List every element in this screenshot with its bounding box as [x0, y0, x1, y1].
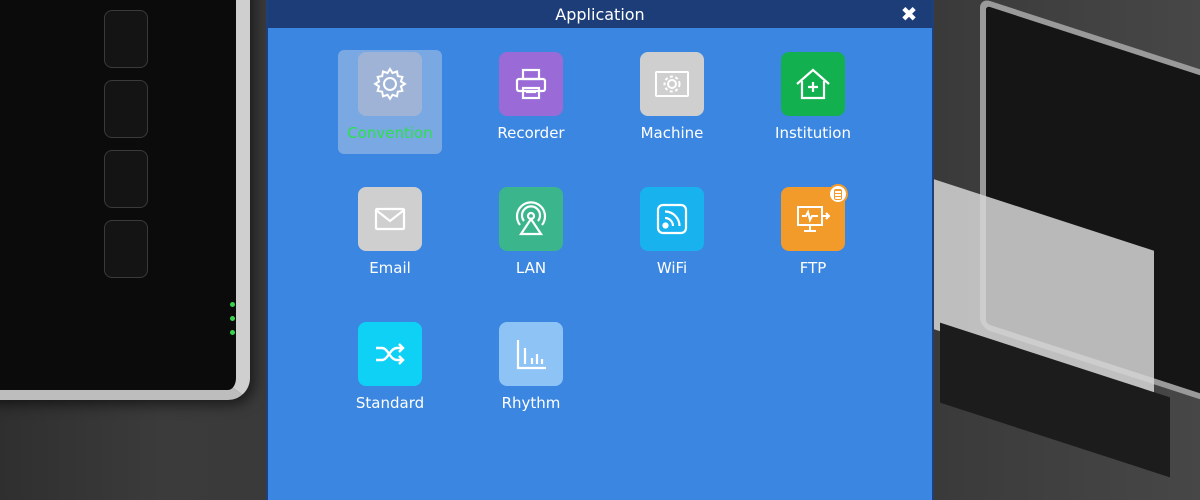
- window-titlebar: Application ✖: [268, 0, 932, 28]
- app-tile-machine[interactable]: Machine: [620, 50, 724, 154]
- device-led: [230, 316, 235, 321]
- app-tile-rhythm[interactable]: Rhythm: [479, 320, 583, 424]
- device-side-button: [104, 150, 148, 208]
- wifi-icon: [640, 187, 704, 251]
- app-tile-email[interactable]: Email: [338, 185, 442, 289]
- app-label: Recorder: [497, 124, 565, 142]
- app-label: Email: [369, 259, 411, 277]
- device-side-button: [104, 10, 148, 68]
- app-tile-convention[interactable]: Convention: [338, 50, 442, 154]
- app-label: FTP: [799, 259, 827, 277]
- ecg-device-left: [0, 0, 250, 400]
- printer-icon: [499, 52, 563, 116]
- app-tile-wifi[interactable]: WiFi: [620, 185, 724, 289]
- envelope-icon: [358, 187, 422, 251]
- hospital-icon: [781, 52, 845, 116]
- app-tile-ftp[interactable]: FTP: [761, 184, 865, 289]
- bar-chart-icon: [499, 322, 563, 386]
- shuffle-icon: [358, 322, 422, 386]
- machine-settings-icon: [640, 52, 704, 116]
- device-side-button: [104, 220, 148, 278]
- app-label: Rhythm: [501, 394, 561, 412]
- device-side-button: [104, 80, 148, 138]
- app-label: LAN: [515, 259, 547, 277]
- usb-storage-badge-icon: [828, 184, 848, 204]
- app-tile-lan[interactable]: LAN: [479, 185, 583, 289]
- application-window: Application ✖ Convention Recorder Machin…: [266, 0, 934, 500]
- app-label: Institution: [775, 124, 851, 142]
- app-tile-standard[interactable]: Standard: [338, 320, 442, 424]
- app-label: Convention: [347, 124, 433, 142]
- ftp-monitor-icon: [781, 184, 848, 251]
- network-broadcast-icon: [499, 187, 563, 251]
- window-title: Application: [555, 4, 645, 24]
- device-led: [230, 330, 235, 335]
- close-icon: ✖: [900, 2, 918, 26]
- app-label: Machine: [640, 124, 704, 142]
- gear-icon: [358, 52, 422, 116]
- close-button[interactable]: ✖: [898, 2, 920, 26]
- app-label: Standard: [355, 394, 425, 412]
- app-tile-recorder[interactable]: Recorder: [479, 50, 583, 154]
- app-label: WiFi: [656, 259, 688, 277]
- device-led: [230, 302, 235, 307]
- app-tile-institution[interactable]: Institution: [761, 50, 865, 154]
